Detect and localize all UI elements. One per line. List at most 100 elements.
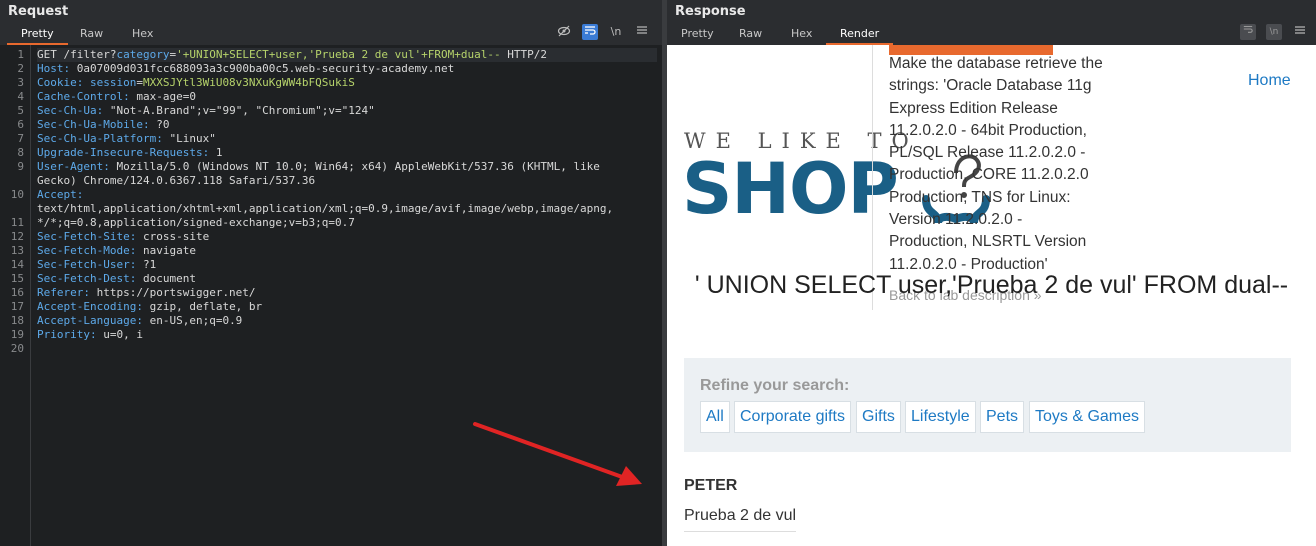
code-token: Gecko) Chrome/124.0.6367.118 Safari/537.… bbox=[37, 174, 316, 187]
menu-icon[interactable] bbox=[1292, 24, 1308, 40]
line-number: 14 bbox=[10, 258, 24, 271]
code-line: Accept-Language: en-US,en;q=0.9 bbox=[37, 314, 657, 328]
filter-pets[interactable]: Pets bbox=[980, 401, 1025, 433]
code-line: Sec-Fetch-Site: cross-site bbox=[37, 230, 657, 244]
request-code[interactable]: GET /filter?category = '+UNION+SELECT+user… bbox=[37, 48, 657, 356]
lab-description: Make the database retrieve the strings: … bbox=[889, 55, 1103, 273]
code-token: 1 bbox=[215, 146, 223, 159]
menu-icon[interactable] bbox=[634, 24, 650, 40]
line-number: 17 bbox=[10, 300, 24, 313]
line-number: 15 bbox=[10, 272, 24, 285]
wrap-lines-icon[interactable] bbox=[1240, 24, 1256, 40]
refine-title: Refine your search: bbox=[700, 377, 850, 394]
code-line: Cache-Control: max-age=0 bbox=[37, 90, 657, 104]
filter-corporate-gifts[interactable]: Corporate gifts bbox=[734, 401, 851, 433]
response-tabs: Pretty Raw Hex Render bbox=[667, 24, 1316, 45]
hide-nonprintable-icon[interactable] bbox=[556, 24, 572, 40]
line-number: 11 bbox=[10, 216, 24, 229]
response-tab-raw[interactable]: Raw bbox=[725, 24, 776, 45]
result-column-1: PETER bbox=[684, 477, 738, 494]
code-line: User-Agent: Mozilla/5.0 (Windows NT 10.0… bbox=[37, 160, 657, 174]
response-title: Response bbox=[675, 4, 746, 19]
filter-lifestyle[interactable]: Lifestyle bbox=[905, 401, 976, 433]
newline-toggle-icon[interactable]: \n bbox=[608, 24, 624, 40]
code-token: Priority: bbox=[37, 328, 104, 341]
code-token: 0a07009d031fcc688093a3c900ba00c5.web-sec… bbox=[76, 62, 455, 75]
code-token: Upgrade-Insecure-Requests: bbox=[37, 146, 216, 159]
code-token: */*;q=0.8,application/signed-exchange;v=… bbox=[37, 216, 355, 229]
line-number: 5 bbox=[17, 104, 24, 117]
newline-toggle-icon[interactable]: \n bbox=[1266, 24, 1282, 40]
code-line: Host: 0a07009d031fcc688093a3c900ba00c5.w… bbox=[37, 62, 657, 76]
line-number bbox=[0, 202, 30, 216]
response-pane: Response Pretty Raw Hex Render \n WE LIK… bbox=[667, 0, 1316, 546]
line-number: 2 bbox=[17, 62, 24, 75]
search-heading: ' UNION SELECT user,'Prueba 2 de vul' FR… bbox=[694, 271, 1289, 299]
code-token: ?1 bbox=[142, 258, 157, 271]
line-number: 10 bbox=[10, 188, 24, 201]
line-number: 8 bbox=[17, 146, 24, 159]
code-token: MXXSJYtl3WiU08v3NXuKgWW4bFQSukiS bbox=[142, 76, 355, 89]
code-token: navigate bbox=[142, 244, 196, 257]
code-token: Cache-Control: bbox=[37, 90, 137, 103]
code-line: Accept-Encoding: gzip, deflate, br bbox=[37, 300, 657, 314]
response-tab-pretty[interactable]: Pretty bbox=[667, 24, 728, 45]
code-token: Host: bbox=[37, 62, 77, 75]
result-column-2: Prueba 2 de vul bbox=[684, 507, 797, 524]
code-line: Sec-Fetch-User: ?1 bbox=[37, 258, 657, 272]
line-number: 9 bbox=[17, 160, 24, 173]
line-number: 7 bbox=[17, 132, 24, 145]
line-number: 20 bbox=[10, 342, 24, 355]
code-token: text/html,application/xhtml+xml,applicat… bbox=[37, 202, 614, 215]
code-token: "Not-A.Brand";v="99", "Chromium";v="124" bbox=[109, 104, 375, 117]
line-number: 12 bbox=[10, 230, 24, 243]
line-number: 4 bbox=[17, 90, 24, 103]
code-line: Sec-Ch-Ua: "Not-A.Brand";v="99", "Chromi… bbox=[37, 104, 657, 118]
code-line: Sec-Fetch-Mode: navigate bbox=[37, 244, 657, 258]
code-line: Sec-Ch-Ua-Platform: "Linux" bbox=[37, 132, 657, 146]
request-tab-pretty[interactable]: Pretty bbox=[7, 24, 68, 45]
code-line: Gecko) Chrome/124.0.6367.118 Safari/537.… bbox=[37, 174, 657, 188]
logo-wordmark: SHOP bbox=[682, 148, 899, 230]
line-number bbox=[0, 174, 30, 188]
code-token: ?0 bbox=[156, 118, 170, 131]
response-tab-hex[interactable]: Hex bbox=[777, 24, 826, 45]
code-token: Accept-Encoding: bbox=[37, 300, 150, 313]
code-token: "Linux" bbox=[169, 132, 216, 145]
code-line: Referer: https://portswigger.net/ bbox=[37, 286, 657, 300]
code-line: */*;q=0.8,application/signed-exchange;v=… bbox=[37, 216, 657, 230]
code-token: GET /filter? bbox=[37, 48, 117, 61]
code-token: document bbox=[142, 272, 196, 285]
refine-search-box: Refine your search: All Corporate gifts … bbox=[684, 358, 1291, 452]
code-line: Upgrade-Insecure-Requests: 1 bbox=[37, 146, 657, 160]
code-token: '+UNION+SELECT+user,'Prueba 2 de vul'+FR… bbox=[176, 48, 501, 61]
filter-toys-games[interactable]: Toys & Games bbox=[1029, 401, 1146, 433]
code-token: category bbox=[116, 48, 170, 61]
response-tab-render[interactable]: Render bbox=[826, 24, 894, 45]
code-token: Referer: bbox=[37, 286, 97, 299]
code-line: Cookie: session=MXXSJYtl3WiU08v3NXuKgWW4… bbox=[37, 76, 657, 90]
code-line: Sec-Fetch-Dest: document bbox=[37, 272, 657, 286]
line-number: 19 bbox=[10, 328, 24, 341]
filter-all[interactable]: All bbox=[700, 401, 730, 433]
code-token: max-age=0 bbox=[136, 90, 196, 103]
request-tab-raw[interactable]: Raw bbox=[66, 24, 117, 45]
code-token: Accept-Language: bbox=[37, 314, 150, 327]
code-token: Sec-Fetch-Dest: bbox=[37, 272, 143, 285]
code-token: session bbox=[89, 76, 137, 89]
request-tab-hex[interactable]: Hex bbox=[118, 24, 167, 45]
code-token: https://portswigger.net/ bbox=[96, 286, 256, 299]
wrap-lines-icon[interactable] bbox=[582, 24, 598, 40]
line-number-gutter: 1 2 3 4 5 6 7 8 9 10 11 12 13 14 15 16 17 18 19 20 bbox=[0, 48, 30, 356]
line-number: 6 bbox=[17, 118, 24, 131]
gutter-divider bbox=[30, 45, 31, 546]
code-line: Sec-Ch-Ua-Mobile: ?0 bbox=[37, 118, 657, 132]
code-token: HTTP/2 bbox=[500, 48, 547, 61]
home-link[interactable]: Home bbox=[1248, 72, 1291, 90]
filter-gifts[interactable]: Gifts bbox=[856, 401, 901, 433]
code-token: u=0, i bbox=[103, 328, 143, 341]
code-token: Sec-Ch-Ua-Platform: bbox=[37, 132, 170, 145]
code-token: Sec-Ch-Ua: bbox=[37, 104, 110, 117]
code-line: text/html,application/xhtml+xml,applicat… bbox=[37, 202, 657, 216]
